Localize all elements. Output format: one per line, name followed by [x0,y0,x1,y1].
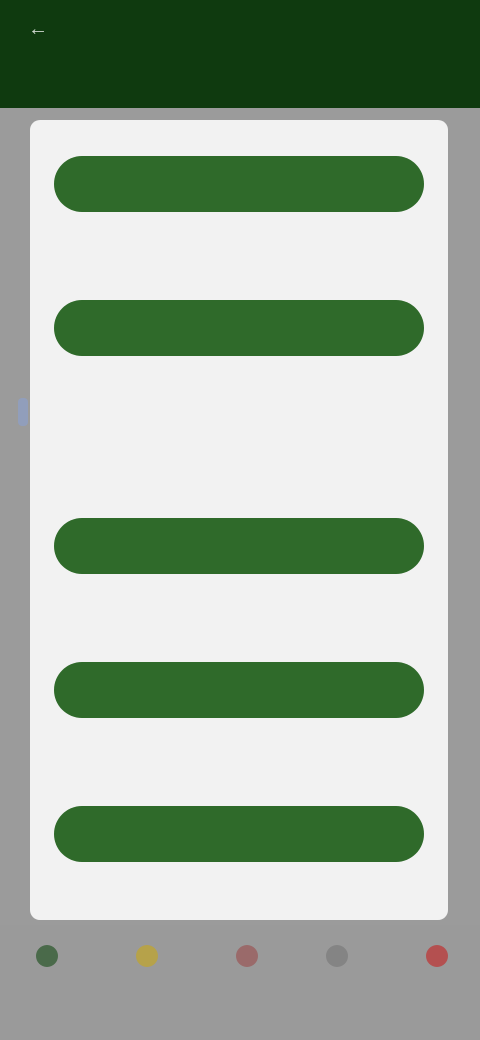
nav-item-1[interactable] [12,945,82,1005]
option-button-2[interactable] [54,300,424,356]
grid-icon [326,945,348,967]
back-arrow-icon[interactable]: ← [28,18,58,40]
option-button-1[interactable] [54,156,424,212]
option-button-5[interactable] [54,806,424,862]
option-button-4[interactable] [54,662,424,718]
nav-item-4[interactable] [302,945,372,1005]
option-button-3[interactable] [54,518,424,574]
option-group-1 [54,156,424,228]
heart-icon [236,945,258,967]
nav-item-5[interactable] [402,945,472,1005]
option-group-4 [54,662,424,734]
options-dialog [30,120,448,920]
option-group-5 [54,806,424,878]
bottom-navigation [0,925,480,1040]
app-bar: ← [0,0,480,108]
star-icon [136,945,158,967]
nav-item-3[interactable] [212,945,282,1005]
home-icon [36,945,58,967]
nav-item-2[interactable] [112,945,182,1005]
background-indicator [18,398,28,426]
profile-icon [426,945,448,967]
option-group-3 [54,518,424,590]
option-group-2 [54,300,424,372]
